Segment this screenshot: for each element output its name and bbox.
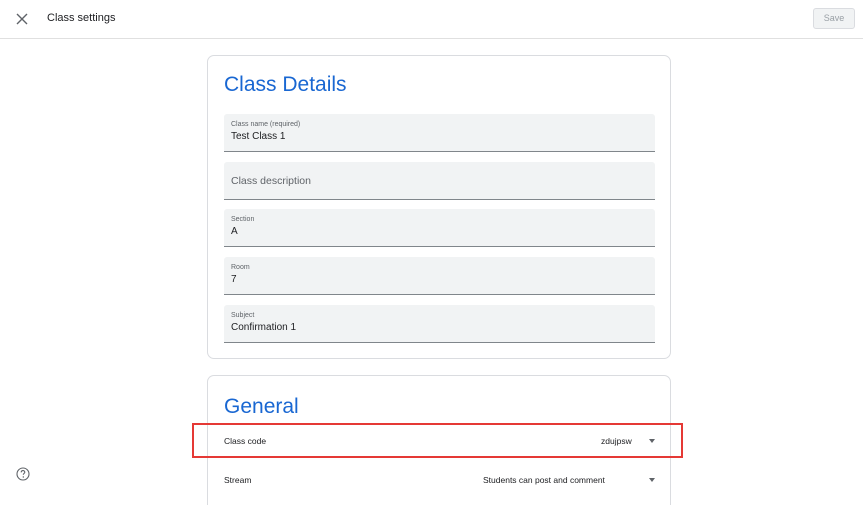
highlight-box bbox=[192, 423, 683, 458]
section-value: A bbox=[231, 226, 238, 237]
room-field[interactable]: Room 7 bbox=[224, 257, 655, 295]
class-name-label: Class name (required) bbox=[231, 121, 301, 128]
top-app-bar: Class settings Save bbox=[0, 0, 863, 39]
subject-value: Confirmation 1 bbox=[231, 322, 297, 333]
close-icon[interactable] bbox=[12, 9, 32, 29]
section-field[interactable]: Section A bbox=[224, 209, 655, 247]
class-description-field[interactable]: Class description bbox=[224, 162, 655, 200]
save-button[interactable]: Save bbox=[813, 8, 855, 29]
room-label: Room bbox=[231, 264, 250, 271]
chevron-down-icon[interactable] bbox=[649, 478, 655, 482]
page-title: Class settings bbox=[47, 12, 116, 24]
stream-value: Students can post and comment bbox=[483, 475, 605, 485]
room-value: 7 bbox=[231, 274, 237, 285]
section-label: Section bbox=[231, 216, 255, 223]
class-details-title: Class Details bbox=[224, 73, 347, 96]
help-icon[interactable] bbox=[16, 467, 30, 481]
general-title: General bbox=[224, 395, 299, 418]
class-description-placeholder: Class description bbox=[231, 175, 311, 187]
class-details-card: Class Details Class name (required) Test… bbox=[207, 55, 671, 359]
subject-field[interactable]: Subject Confirmation 1 bbox=[224, 305, 655, 343]
stream-label: Stream bbox=[224, 475, 252, 485]
class-name-value: Test Class 1 bbox=[231, 131, 286, 142]
class-name-field[interactable]: Class name (required) Test Class 1 bbox=[224, 114, 655, 152]
stream-row[interactable]: Stream Students can post and comment bbox=[208, 465, 670, 495]
subject-label: Subject bbox=[231, 312, 255, 319]
